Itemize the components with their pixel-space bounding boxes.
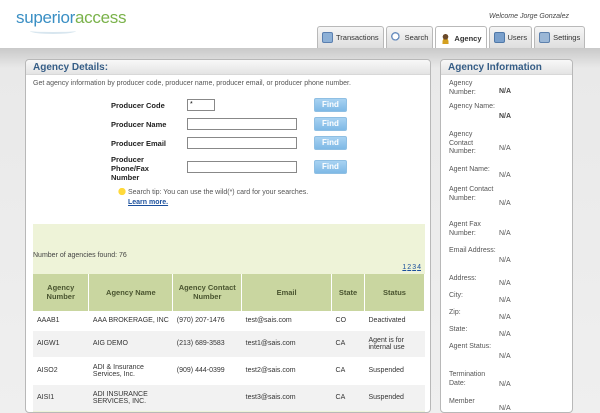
cell-state: CA — [331, 356, 365, 384]
cell-agency-number: AISO2 — [33, 356, 89, 384]
tab-label: Agency — [454, 33, 482, 43]
producer-name-label: Producer Name — [111, 120, 167, 129]
table-header-row: Agency Number Agency Name Agency Contact… — [33, 274, 425, 311]
page-link-4[interactable]: 4 — [417, 264, 421, 271]
producer-code-input[interactable]: * — [187, 99, 215, 111]
panel-subtitle: Get agency information by producer code,… — [33, 80, 351, 87]
cell-state: CA — [331, 383, 365, 411]
cell-status: Suspended — [364, 356, 425, 384]
results-count: Number of agencies found: 76 — [33, 252, 127, 259]
learn-more-link[interactable]: Learn more. — [128, 199, 168, 206]
info-termination-date: Termination Date: N/A — [449, 371, 511, 388]
tab-label: Transactions — [336, 33, 379, 42]
side-panel-title: Agency Information — [441, 60, 572, 75]
pagination: 1234 — [401, 264, 421, 271]
info-agent-status: Agent Status: N/A — [449, 343, 511, 360]
find-name-button[interactable]: Find — [314, 117, 347, 131]
tab-search[interactable]: Search — [385, 26, 434, 48]
table-row[interactable]: AIGW1 AIG DEMO (213) 689-3583 test1@sais… — [33, 329, 425, 357]
results-section: Number of agencies found: 76 1234 Agency… — [33, 224, 425, 412]
tab-label: Users — [507, 33, 528, 42]
settings-icon — [539, 32, 551, 43]
cell-agency-name: AIG DEMO — [88, 329, 173, 357]
find-email-button[interactable]: Find — [314, 136, 347, 150]
lightbulb-icon — [118, 188, 126, 198]
cell-contact-number: (213) 689-3583 — [172, 329, 242, 357]
cell-state: CO — [331, 310, 365, 330]
cell-agency-number: AISI1 — [33, 383, 89, 411]
cell-agency-number: AAAB1 — [33, 310, 89, 330]
col-contact-number[interactable]: Agency Contact Number — [172, 274, 243, 311]
info-address: Address: N/A — [449, 275, 511, 287]
info-email-address: Email Address: N/A — [449, 247, 511, 264]
tab-agency[interactable]: Agency — [435, 26, 487, 49]
cell-contact-number: (909) 444-0399 — [172, 356, 242, 384]
tab-label: Settings — [553, 33, 581, 42]
info-agency-contact: Agency Contact Number: N/A — [449, 131, 511, 155]
cell-status: Deactivated — [364, 310, 425, 330]
col-agency-name[interactable]: Agency Name — [88, 274, 174, 311]
agency-info-list: Agency Number: N/A Agency Name: N/A Agency… — [449, 80, 571, 412]
agency-icon — [440, 32, 452, 44]
producer-email-input[interactable] — [187, 137, 297, 149]
info-city: City: N/A — [449, 292, 511, 304]
cell-status: Agent is for internal use — [364, 329, 425, 357]
cell-email: test@sais.com — [241, 310, 332, 330]
info-agent-name: Agent Name: N/A — [449, 166, 511, 179]
tab-users[interactable]: Users — [488, 26, 533, 48]
table-row[interactable]: AISI1 ADI INSURANCE SERVICES, INC. test3… — [33, 383, 425, 411]
producer-phone-input[interactable] — [187, 161, 297, 173]
welcome-text: Welcome Jorge Gonzalez — [488, 13, 569, 20]
cell-agency-number: AIGW1 — [33, 329, 89, 357]
search-tip: Search tip: You can use the wild(*) card… — [118, 188, 328, 208]
col-agency-number[interactable]: Agency Number — [33, 274, 90, 311]
app-logo[interactable]: superioraccess — [16, 8, 126, 28]
info-zip: Zip: N/A — [449, 309, 511, 321]
page-link-1[interactable]: 1 — [402, 264, 406, 271]
top-header: superioraccess Welcome Jorge Gonzalez Tr… — [0, 0, 600, 49]
cell-agency-name: ADI & Insurance Services, Inc. — [88, 356, 173, 384]
find-phone-button[interactable]: Find — [314, 160, 347, 174]
producer-name-input[interactable] — [187, 118, 297, 130]
info-state: State: N/A — [449, 326, 511, 338]
table-row[interactable]: AAAB1 AAA BROKERAGE, INC (970) 207-1476 … — [33, 310, 425, 330]
tab-label: Search — [404, 33, 429, 42]
panel-title: Agency Details: — [26, 60, 430, 75]
cell-status: Suspended — [364, 383, 425, 411]
cell-agency-name: ADI INSURANCE SERVICES, INC. — [88, 383, 173, 411]
main-tabs: Transactions Search Agency Users Setting… — [317, 26, 586, 49]
producer-code-label: Producer Code — [111, 101, 165, 110]
cell-contact-number: (970) 207-1476 — [172, 310, 242, 330]
col-email[interactable]: Email — [241, 274, 333, 311]
producer-email-label: Producer Email — [111, 139, 167, 148]
info-agency-name: Agency Name: N/A — [449, 103, 512, 120]
transactions-icon — [322, 32, 333, 43]
cell-agency-name: AAA BROKERAGE, INC — [88, 310, 173, 330]
tip-text: Search tip: You can use the wild(*) card… — [128, 189, 309, 196]
agency-details-panel: Agency Details: Get agency information b… — [25, 59, 431, 413]
search-icon — [390, 32, 402, 43]
agency-information-panel: Agency Information Agency Number: N/A Age… — [440, 59, 573, 413]
cell-email: test3@sais.com — [241, 383, 332, 411]
producer-phone-label: Producer Phone/Fax Number — [111, 155, 149, 182]
find-code-button[interactable]: Find — [314, 98, 347, 112]
tab-transactions[interactable]: Transactions — [317, 26, 384, 48]
cell-email: test1@sais.com — [241, 329, 332, 357]
cell-email: test2@sais.com — [241, 356, 332, 384]
info-agent-contact: Agent Contact Number: N/A — [449, 186, 511, 207]
tab-settings[interactable]: Settings — [534, 26, 586, 48]
logo-swoosh — [30, 28, 76, 34]
page-link-3[interactable]: 3 — [412, 264, 416, 271]
col-status[interactable]: Status — [364, 274, 425, 311]
page-link-2[interactable]: 2 — [407, 264, 411, 271]
agencies-table: Agency Number Agency Name Agency Contact… — [33, 274, 425, 411]
info-agency-number: Agency Number: N/A — [449, 80, 512, 96]
info-agent-fax: Agent Fax Number: N/A — [449, 221, 511, 237]
cell-state: CA — [331, 329, 365, 357]
users-icon — [493, 32, 505, 43]
info-member: Member N/A — [449, 398, 511, 412]
table-row[interactable]: AISO2 ADI & Insurance Services, Inc. (90… — [33, 356, 425, 384]
cell-contact-number — [172, 383, 242, 411]
col-state[interactable]: State — [331, 274, 365, 311]
